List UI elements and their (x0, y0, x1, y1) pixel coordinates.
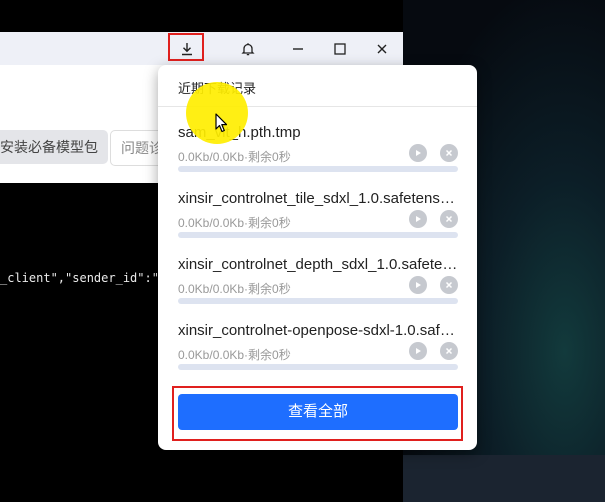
download-meta: 0.0Kb/0.0Kb·剩余0秒 (178, 150, 291, 164)
close-icon (445, 347, 453, 355)
titlebar (0, 32, 403, 65)
view-all-button[interactable]: 查看全部 (178, 394, 458, 430)
maximize-button[interactable] (323, 32, 357, 65)
play-icon (416, 150, 421, 156)
resume-button[interactable] (409, 276, 427, 294)
download-filename: xinsir_controlnet_depth_sdxl_1.0.safeten… (178, 256, 458, 273)
download-item: xinsir_controlnet_depth_sdxl_1.0.safeten… (158, 256, 477, 322)
download-item: xinsir_controlnet-openpose-sdxl-1.0.safe… (158, 322, 477, 388)
minimize-button[interactable] (281, 32, 315, 65)
download-item: xinsir_controlnet_tile_sdxl_1.0.safetens… (158, 190, 477, 256)
download-progress-bar (178, 298, 458, 304)
download-meta: 0.0Kb/0.0Kb·剩余0秒 (178, 282, 291, 296)
play-icon (416, 348, 421, 354)
maximize-icon (334, 42, 346, 55)
play-icon (416, 282, 421, 288)
close-icon (377, 44, 387, 53)
cancel-download-button[interactable] (440, 210, 458, 228)
play-icon (416, 216, 421, 222)
notification-button[interactable] (231, 32, 265, 65)
download-meta: 0.0Kb/0.0Kb·剩余0秒 (178, 216, 291, 230)
resume-button[interactable] (409, 342, 427, 360)
install-model-pack-button[interactable]: 安装必备模型包 (0, 130, 108, 164)
view-all-highlight-box: 查看全部 (172, 386, 463, 441)
resume-button[interactable] (409, 144, 427, 162)
resume-button[interactable] (409, 210, 427, 228)
download-highlight-box (168, 33, 204, 61)
download-progress-bar (178, 232, 458, 238)
background-window-strip (403, 455, 605, 502)
cancel-download-button[interactable] (440, 144, 458, 162)
download-progress-bar (178, 364, 458, 370)
download-filename: xinsir_controlnet-openpose-sdxl-1.0.safe… (178, 322, 458, 339)
cancel-download-button[interactable] (440, 276, 458, 294)
close-icon (445, 149, 453, 157)
cancel-download-button[interactable] (440, 342, 458, 360)
download-progress-bar (178, 166, 458, 172)
close-button[interactable] (365, 32, 399, 65)
close-icon (445, 281, 453, 289)
close-icon (445, 215, 453, 223)
mouse-pointer-icon (215, 113, 228, 133)
bell-icon (241, 42, 255, 55)
minimize-icon (293, 47, 303, 50)
download-filename: xinsir_controlnet_tile_sdxl_1.0.safetens… (178, 190, 458, 207)
download-meta: 0.0Kb/0.0Kb·剩余0秒 (178, 348, 291, 362)
